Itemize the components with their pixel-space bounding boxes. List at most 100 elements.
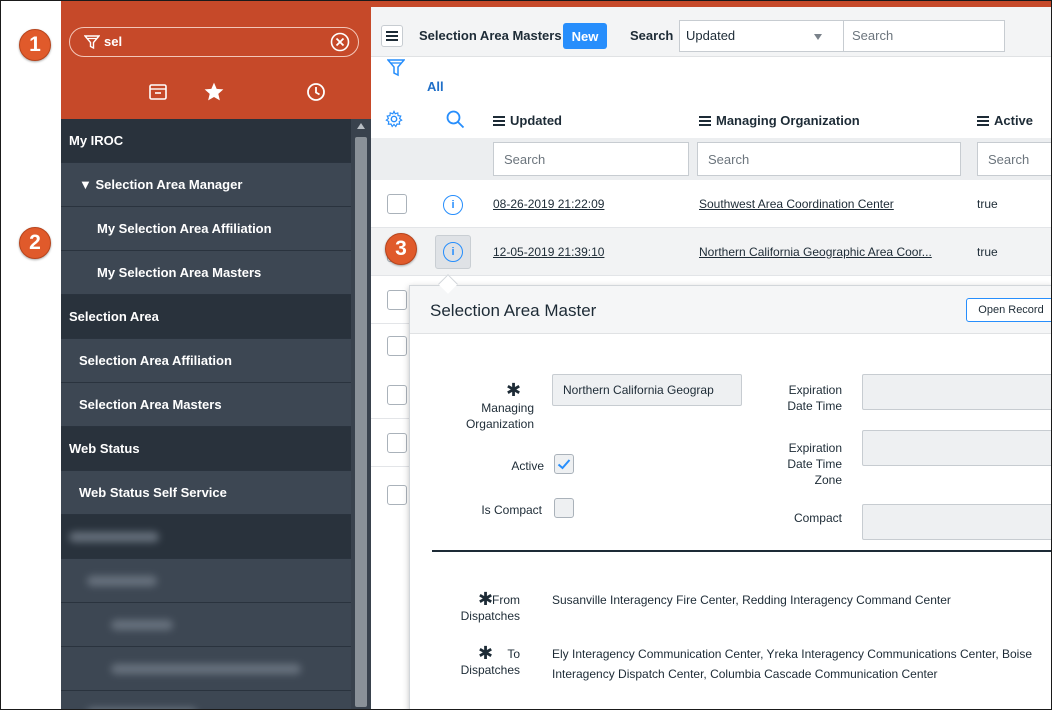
list-toolbar: Selection Area Masters New Search Update…	[371, 7, 1051, 57]
list-title: Selection Area Masters	[419, 28, 562, 43]
column-menu-icon[interactable]	[977, 115, 989, 126]
updated-cell[interactable]: 12-05-2019 21:39:10	[493, 245, 604, 259]
info-icon[interactable]: i	[443, 195, 463, 215]
breadcrumb-all[interactable]: All	[427, 79, 444, 94]
row-checkbox[interactable]	[387, 385, 407, 405]
updated-cell[interactable]: 08-26-2019 21:22:09	[493, 197, 604, 211]
updated-search-input[interactable]: Search	[493, 142, 689, 176]
scroll-up-icon[interactable]	[357, 123, 365, 129]
nav-blurred-item	[61, 515, 351, 559]
nav-module-selection-area-manager[interactable]: ▼ Selection Area Manager	[61, 163, 351, 207]
active-label: Active	[511, 459, 544, 473]
table-row[interactable]: i 08-26-2019 21:22:09 Southwest Area Coo…	[371, 180, 1051, 228]
checkmark-icon	[557, 459, 571, 470]
row-checkbox[interactable]	[387, 485, 407, 505]
expiration-date-time-zone-field[interactable]	[862, 430, 1051, 466]
column-header-updated[interactable]: Updated	[493, 113, 562, 128]
column-label: Managing Organization	[716, 113, 860, 128]
archive-icon	[149, 84, 167, 100]
gear-icon[interactable]	[385, 110, 403, 128]
nav-blurred-item	[61, 603, 351, 647]
history-icon	[307, 83, 325, 101]
active-checkbox[interactable]	[554, 454, 574, 474]
row-checkbox[interactable]	[387, 336, 407, 356]
tab-all-applications[interactable]	[143, 75, 173, 109]
nav-label: My Selection Area Affiliation	[97, 221, 272, 236]
compact-field[interactable]	[862, 504, 1051, 540]
column-menu-icon[interactable]	[493, 115, 505, 126]
scrollbar-thumb[interactable]	[355, 137, 367, 707]
nav-blurred-item	[61, 559, 351, 603]
nav-item-my-selection-area-affiliation[interactable]: My Selection Area Affiliation	[61, 207, 351, 251]
nav-item-my-selection-area-masters[interactable]: My Selection Area Masters	[61, 251, 351, 295]
active-search-input[interactable]: Search	[977, 142, 1051, 176]
nav-item-selection-area-masters[interactable]: Selection Area Masters	[61, 383, 351, 427]
row-checkbox[interactable]	[387, 194, 407, 214]
screenshot-frame: 1 2 sel My IROC ▼ Selection Area Manager…	[0, 0, 1052, 710]
search-field-value: Updated	[686, 28, 736, 43]
step-marker-1: 1	[19, 29, 51, 61]
nav-blurred-item	[61, 647, 351, 691]
open-record-button[interactable]: Open Record	[966, 298, 1051, 322]
expiration-date-time-field[interactable]	[862, 374, 1051, 410]
filter-icon[interactable]	[387, 58, 405, 80]
nav-app-selection-area[interactable]: Selection Area	[61, 295, 351, 339]
popover-title: Selection Area Master	[430, 301, 597, 320]
expiration-date-time-label: Expiration Date Time	[787, 383, 842, 413]
section-divider	[432, 550, 1051, 552]
navigator-header: sel	[61, 1, 371, 119]
nav-label: Selection Area Affiliation	[79, 353, 232, 368]
managing-organization-field[interactable]: Northern California Geograp	[552, 374, 742, 406]
nav-label: Web Status	[69, 441, 140, 456]
nav-item-web-status-self-service[interactable]: Web Status Self Service	[61, 471, 351, 515]
is-compact-checkbox[interactable]	[554, 498, 574, 518]
nav-app-my-iroc[interactable]: My IROC	[61, 119, 351, 163]
nav-label: ▼ Selection Area Manager	[79, 177, 243, 192]
organization-search-input[interactable]: Search	[697, 142, 961, 176]
navigator-filter-input[interactable]: sel	[69, 27, 359, 57]
compact-label: Compact	[793, 511, 842, 525]
popover-header: Selection Area Master Open Record	[410, 286, 1051, 334]
nav-app-web-status[interactable]: Web Status	[61, 427, 351, 471]
filter-icon	[84, 35, 100, 50]
info-icon[interactable]: i	[443, 242, 463, 262]
column-label: Active	[994, 113, 1034, 128]
nav-label: Web Status Self Service	[79, 485, 227, 500]
to-dispatches-value: Ely Interagency Communication Center, Yr…	[552, 647, 1033, 681]
organization-cell[interactable]: Northern California Geographic Area Coor…	[699, 245, 932, 259]
clear-filter-icon[interactable]	[330, 32, 350, 52]
active-cell: true	[977, 197, 998, 211]
star-icon	[204, 82, 224, 101]
row-checkbox[interactable]	[387, 290, 407, 310]
organization-cell[interactable]: Southwest Area Coordination Center	[699, 197, 894, 211]
nav-blurred-item	[61, 691, 351, 709]
tab-history[interactable]	[301, 75, 331, 109]
new-button[interactable]: New	[563, 23, 607, 49]
expiration-date-time-zone-label: Expiration Date Time Zone	[787, 441, 842, 487]
table-header: Updated Managing Organization Active	[371, 102, 1051, 138]
search-icon[interactable]	[445, 109, 465, 129]
nav-label: Selection Area Masters	[79, 397, 222, 412]
nav-item-selection-area-affiliation[interactable]: Selection Area Affiliation	[61, 339, 351, 383]
nav-label: My Selection Area Masters	[97, 265, 262, 280]
to-dispatches-label: To Dispatches	[460, 647, 520, 677]
required-icon: ✱	[506, 380, 522, 400]
navigator-scrollbar[interactable]	[351, 119, 371, 709]
tab-favorites[interactable]	[199, 75, 229, 109]
record-preview-popover: Selection Area Master Open Record ✱ Mana…	[409, 285, 1051, 709]
is-compact-label: Is Compact	[481, 503, 542, 517]
search-field-select[interactable]: Updated	[679, 20, 845, 52]
column-header-active[interactable]: Active	[977, 113, 1033, 128]
column-menu-icon[interactable]	[699, 115, 711, 126]
from-dispatches-value: Susanville Interagency Fire Center, Redd…	[552, 593, 951, 607]
list-context-menu-button[interactable]	[381, 25, 403, 47]
step-marker-3: 3	[385, 233, 417, 265]
column-search-row: Search Search Search	[371, 138, 1051, 180]
list-search-input[interactable]: Search	[843, 20, 1005, 52]
column-header-managing-organization[interactable]: Managing Organization	[699, 113, 860, 128]
table-row[interactable]: i 12-05-2019 21:39:10 Northern Californi…	[371, 228, 1051, 276]
breadcrumb: All	[371, 58, 1051, 102]
row-checkbox[interactable]	[387, 433, 407, 453]
dropdown-caret-icon	[814, 34, 822, 40]
step-marker-2: 2	[19, 227, 51, 259]
